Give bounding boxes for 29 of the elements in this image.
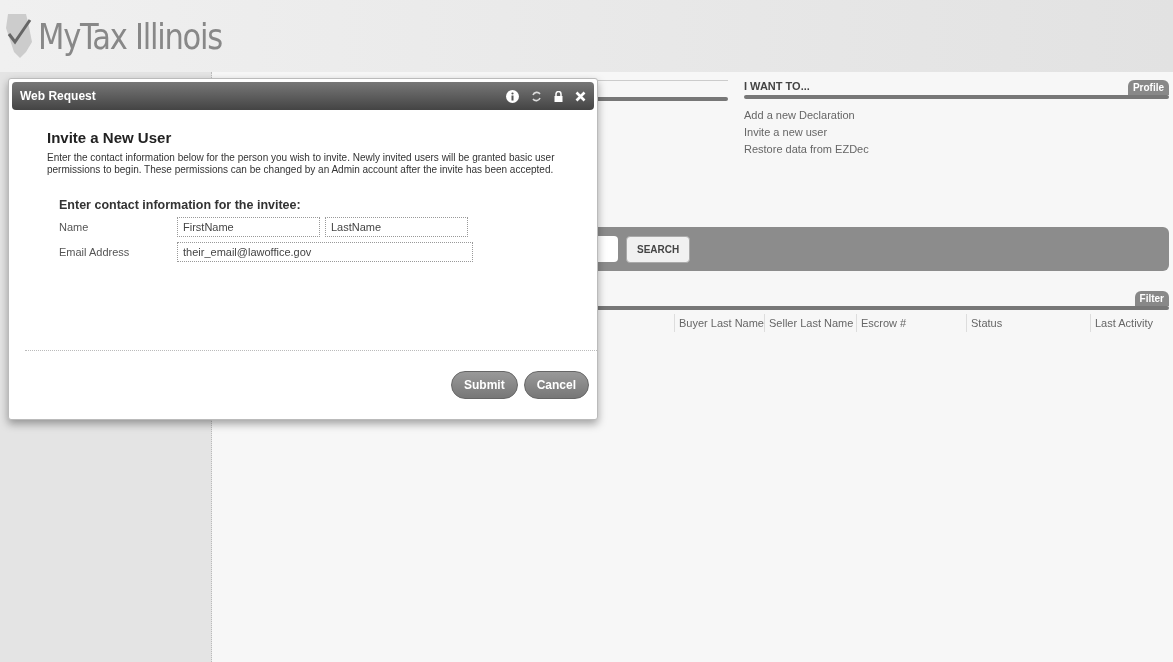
column-header: Status (966, 314, 1090, 332)
dialog-description: Enter the contact information below for the person you wish to invite. Newly invited users will be granted basic user permissions to begin. These permissions can be changed by an Admin account after the invite has been accepted. (47, 152, 556, 176)
logo-text: MyTax Illinois (38, 15, 222, 57)
input-field[interactable]: LastName (325, 217, 468, 237)
field-label: Name (59, 221, 90, 233)
input-field[interactable]: FirstName (177, 217, 320, 237)
action-link[interactable]: Restore data from EZDec (744, 143, 1169, 155)
profile-tab[interactable]: Profile (1127, 80, 1169, 95)
action-link[interactable]: Add a new Declaration (744, 109, 1169, 121)
dialog-heading: Invite a New User (47, 129, 173, 146)
close-icon[interactable] (575, 90, 586, 102)
panel-title: I WANT TO... (744, 80, 810, 94)
column-header: Seller Last Name (764, 314, 856, 332)
column-header: Escrow # (856, 314, 966, 332)
cancel-button[interactable]: Cancel (523, 371, 589, 399)
refresh-icon[interactable] (531, 90, 542, 102)
filter-tab[interactable]: Filter (1134, 291, 1169, 306)
form-title: Enter contact information for the invitee: (59, 198, 302, 212)
action-link[interactable]: Invite a new user (744, 126, 1169, 138)
info-icon[interactable] (506, 89, 519, 103)
lock-icon[interactable] (554, 90, 563, 102)
column-header: Last Activity (1090, 314, 1169, 332)
submit-button[interactable]: Submit (450, 371, 518, 399)
input-field[interactable]: their_email@lawoffice.gov (177, 242, 473, 262)
logo-icon (4, 12, 34, 60)
column-header: Buyer Last Name (674, 314, 764, 332)
field-label: Email Address (59, 246, 131, 258)
search-button[interactable]: SEARCH (626, 235, 691, 263)
dialog-title: Web Request (20, 89, 97, 103)
